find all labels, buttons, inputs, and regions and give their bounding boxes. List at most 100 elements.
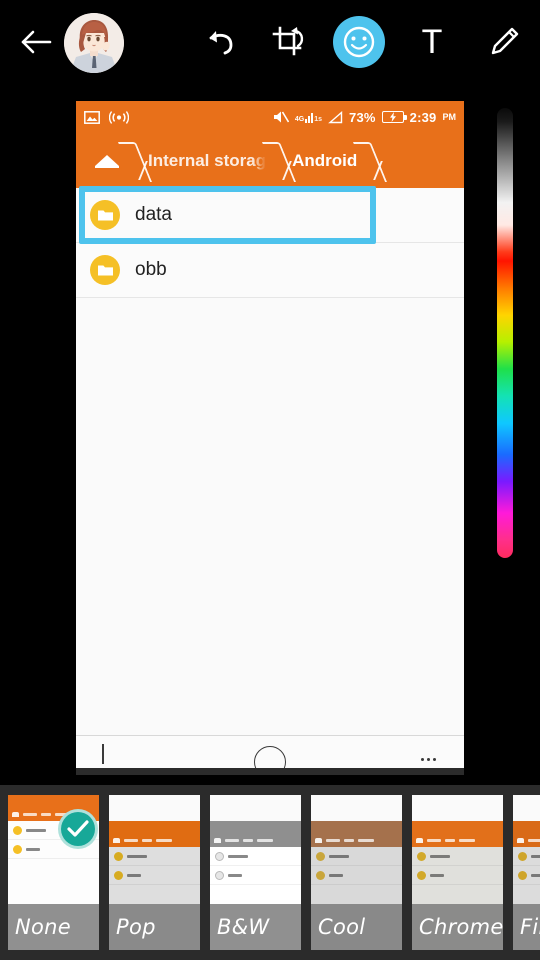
file-name-label: data [135,204,172,225]
back-arrow-icon [21,30,52,54]
filter-thumbnail-film[interactable]: Fil [513,795,540,950]
filter-thumbnail-chrome[interactable]: Chrome [412,795,503,950]
undo-button[interactable] [195,16,247,68]
thumb-row-line [26,847,40,851]
thumb-folder-dot [13,844,22,854]
thumb-row-line [228,873,242,877]
undo-icon [209,31,233,55]
folder-icon [90,200,120,230]
thumb-row-line [127,873,141,877]
thumb-folder-dot [114,870,123,880]
breadcrumb-chevron-icon [357,140,383,182]
empty-list-area [76,298,464,736]
thumb-folder-dot [114,851,123,861]
thumb-home-icon [214,837,221,843]
volume-mute-icon [273,111,289,123]
thumb-row-line [430,854,450,858]
nav-back-icon [102,744,104,764]
filter-label: Pop [109,904,200,950]
thumb-row [513,866,540,885]
thumb-row [513,847,540,866]
thumb-row [412,847,503,866]
meridiem-label: PM [442,112,457,122]
thumb-status-bar [412,821,503,833]
thumb-crumb-tick [326,838,340,842]
thumb-home-icon [517,837,524,843]
breadcrumb-item-internal-storage[interactable]: Internal storag [148,150,267,171]
thumb-row [311,847,402,866]
thumb-home-icon [416,837,423,843]
filter-label: B&W [210,904,301,950]
image-icon [84,110,100,124]
thumb-status-bar [8,795,99,807]
thumb-crumb-tick [142,838,152,842]
filter-strip[interactable]: None Pop B&W Cool Chrome Fi [0,785,540,960]
image-canvas[interactable]: 4G 1s 73% 2:39 PM Internal storag Androi… [76,101,464,775]
thumb-crumb-tick [257,838,273,842]
filter-thumbnail-bw[interactable]: B&W [210,795,301,950]
breadcrumb-item-android[interactable]: Android [292,151,357,171]
thumb-row-line [531,854,540,858]
hotspot-icon [109,110,129,124]
captured-status-bar: 4G 1s 73% 2:39 PM [76,101,464,133]
text-button[interactable]: T [406,16,458,68]
thumb-home-icon [12,811,19,817]
thumb-row [210,847,301,866]
thumb-crumb-tick [225,838,239,842]
filter-label: None [8,904,99,950]
thumb-row-line [531,873,540,877]
check-icon [67,820,89,837]
filter-thumbnail-cool[interactable]: Cool [311,795,402,950]
editor-toolbar: T [0,0,540,92]
thumb-folder-dot [215,851,224,861]
battery-percent-label: 73% [349,109,376,125]
filter-label: Cool [311,904,402,950]
pencil-icon [491,27,519,55]
thumb-status-bar [311,821,402,833]
thumb-crumb-tick [124,838,138,842]
thumb-breadcrumb [210,833,301,847]
color-picker-slider[interactable] [497,108,513,558]
thumb-crumb-tick [528,838,540,842]
file-list: data obb [76,188,464,736]
thumb-row-line [430,873,444,877]
back-button[interactable] [12,18,60,66]
filter-label: Fil [513,904,540,950]
sticker-button[interactable] [333,16,385,68]
thumb-row-line [127,854,147,858]
thumb-crumb-tick [156,838,172,842]
thumb-row [311,866,402,885]
crop-rotate-button[interactable] [263,16,315,68]
home-icon[interactable] [92,150,122,172]
signal-bars-icon [305,112,314,123]
thumb-crumb-tick [459,838,475,842]
thumb-row-line [228,854,248,858]
draw-button[interactable] [478,16,530,68]
thumb-status-bar [210,821,301,833]
filter-label: Chrome [412,904,503,950]
captured-nav-bar [76,736,464,775]
thumb-row [412,866,503,885]
avatar-image [64,13,124,73]
filter-thumbnail-pop[interactable]: Pop [109,795,200,950]
thumb-home-icon [113,837,120,843]
crop-rotate-icon [272,26,304,56]
thumb-breadcrumb [311,833,402,847]
thumb-row-line [26,828,46,832]
thumb-home-icon [315,837,322,843]
thumb-breadcrumb [109,833,200,847]
thumb-folder-dot [215,870,224,880]
thumb-crumb-tick [445,838,455,842]
thumb-folder-dot [417,851,426,861]
thumb-crumb-tick [243,838,253,842]
avatar[interactable] [64,13,124,73]
list-item[interactable]: obb [76,243,464,298]
filter-thumbnail-none[interactable]: None [8,795,99,950]
breadcrumb-chevron-icon [122,140,148,182]
network-type-label: 4G [294,115,305,123]
signal-triangle-icon [328,110,343,123]
thumb-folder-dot [13,825,22,835]
thumb-row [210,866,301,885]
list-item[interactable]: data [76,188,464,243]
nav-recents-icon [421,758,436,761]
